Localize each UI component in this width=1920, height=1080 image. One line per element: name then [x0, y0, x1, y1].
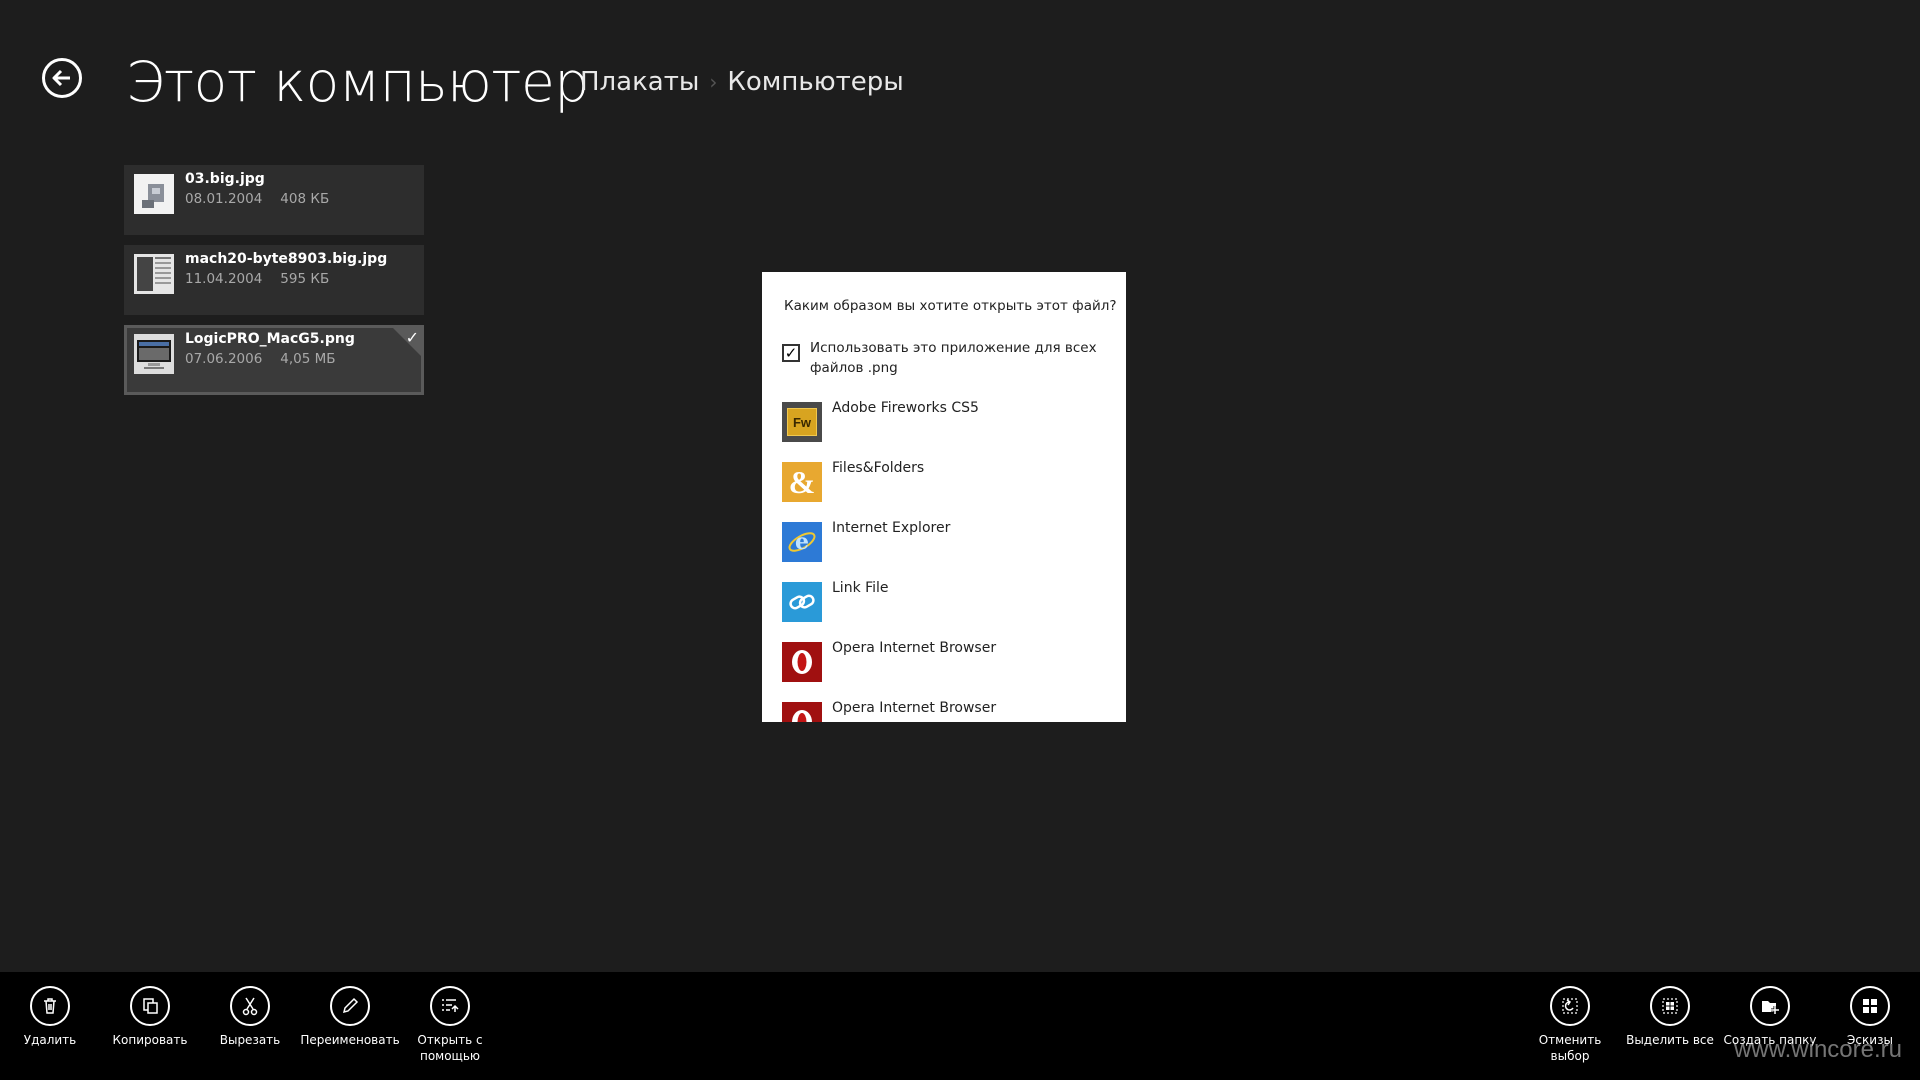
select-all-icon	[1650, 986, 1690, 1026]
app-item-opera[interactable]: Opera Internet Browser	[782, 636, 1112, 682]
svg-text:e: e	[795, 529, 809, 555]
clear-selection-button[interactable]: Отменить выбор	[1520, 986, 1620, 1064]
internet-explorer-icon: e	[782, 522, 822, 562]
clear-selection-icon	[1550, 986, 1590, 1026]
new-folder-icon	[1750, 986, 1790, 1026]
app-name: Opera Internet Browser	[832, 700, 997, 716]
rename-button[interactable]: Переименовать	[300, 986, 400, 1048]
app-name: Link File	[832, 580, 889, 596]
breadcrumb: Плакаты › Компьютеры	[580, 64, 904, 100]
file-name: LogicPRO_MacG5.png	[185, 331, 355, 347]
file-name: mach20-byte8903.big.jpg	[185, 251, 388, 267]
file-date: 11.04.2004	[185, 271, 263, 287]
trash-icon	[30, 986, 70, 1026]
delete-button[interactable]: Удалить	[0, 986, 100, 1048]
breadcrumb-item-computers[interactable]: Компьютеры	[727, 64, 903, 100]
file-size: 4,05 МБ	[280, 351, 336, 367]
app-item-opera[interactable]: Opera Internet Browser	[782, 696, 1112, 722]
link-icon	[782, 582, 822, 622]
thumbnails-icon	[1850, 986, 1890, 1026]
copy-button[interactable]: Копировать	[100, 986, 200, 1048]
checkmark-icon: ✓	[405, 328, 419, 347]
file-item-selected[interactable]: LogicPRO_MacG5.png 07.06.2006 4,05 МБ ✓	[124, 325, 424, 395]
app-item-internet-explorer[interactable]: e Internet Explorer	[782, 516, 1112, 562]
use-for-all-label: Использовать это приложение для всех фай…	[810, 340, 1097, 376]
opera-icon	[782, 702, 822, 722]
page-title: Этот компьютер	[126, 50, 589, 114]
file-date: 07.06.2006	[185, 351, 263, 367]
app-name: Internet Explorer	[832, 520, 951, 536]
select-all-button[interactable]: Выделить все	[1620, 986, 1720, 1048]
file-size: 595 КБ	[280, 271, 330, 287]
app-name: Files&Folders	[832, 460, 925, 476]
cut-button[interactable]: Вырезать	[200, 986, 300, 1048]
copy-icon	[130, 986, 170, 1026]
breadcrumb-item-posters[interactable]: Плакаты	[580, 64, 699, 100]
app-item-fireworks[interactable]: Fw Adobe Fireworks CS5	[782, 396, 1112, 442]
watermark: www.wincore.ru	[1733, 1036, 1902, 1063]
file-thumbnail	[134, 334, 174, 374]
open-with-button[interactable]: Открыть с помощью	[400, 986, 500, 1064]
use-for-all-checkbox[interactable]: ✓	[782, 344, 800, 362]
app-item-files-folders[interactable]: & Files&Folders	[782, 456, 1112, 502]
chevron-right-icon: ›	[709, 70, 718, 94]
file-size: 408 КБ	[280, 191, 330, 207]
app-item-link-file[interactable]: Link File	[782, 576, 1112, 622]
file-name: 03.big.jpg	[185, 171, 265, 187]
file-item[interactable]: 03.big.jpg 08.01.2004 408 КБ	[124, 165, 424, 235]
opera-icon	[782, 642, 822, 682]
app-name: Adobe Fireworks CS5	[832, 400, 979, 416]
scissors-icon	[230, 986, 270, 1026]
back-button[interactable]	[42, 58, 82, 98]
file-thumbnail	[134, 254, 174, 294]
app-bar: Удалить Копировать Вырезать Переименоват…	[0, 972, 1920, 1080]
file-item[interactable]: mach20-byte8903.big.jpg 11.04.2004 595 К…	[124, 245, 424, 315]
fireworks-icon: Fw	[782, 402, 822, 442]
checkmark-icon: ✓	[784, 344, 798, 362]
arrow-left-icon	[52, 69, 70, 87]
dialog-question: Каким образом вы хотите открыть этот фай…	[784, 298, 1117, 314]
file-thumbnail	[134, 174, 174, 214]
file-date: 08.01.2004	[185, 191, 263, 207]
app-name: Opera Internet Browser	[832, 640, 997, 656]
open-with-dialog: Каким образом вы хотите открыть этот фай…	[762, 272, 1126, 722]
pencil-icon	[330, 986, 370, 1026]
open-with-icon	[430, 986, 470, 1026]
ampersand-icon: &	[782, 462, 822, 502]
